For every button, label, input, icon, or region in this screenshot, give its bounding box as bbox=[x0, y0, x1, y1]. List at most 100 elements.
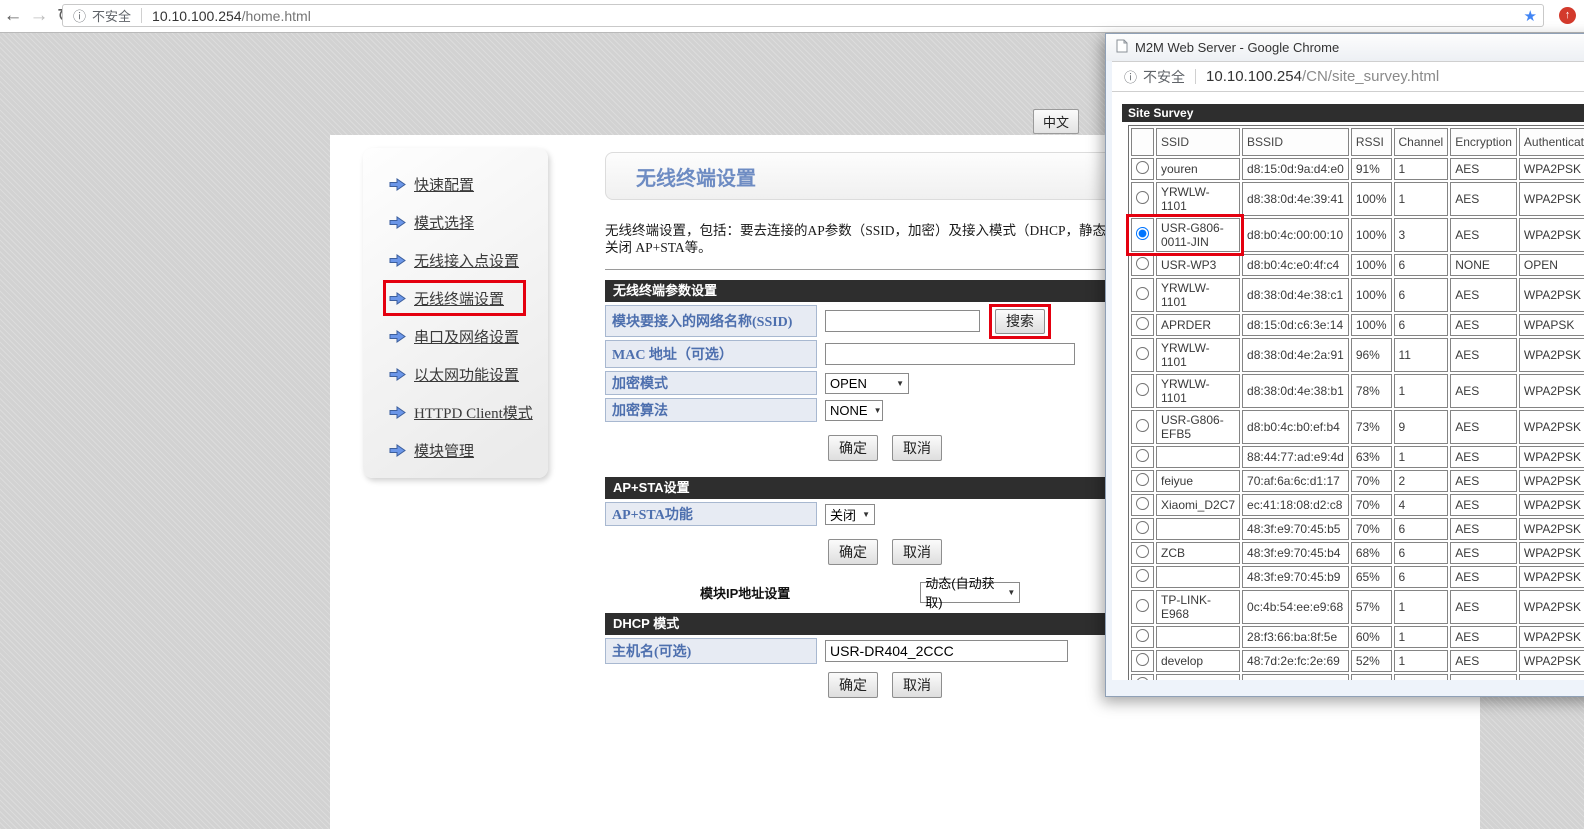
cell-authentication: WPA2PSK bbox=[1519, 566, 1584, 588]
cell-channel: 1 bbox=[1394, 182, 1449, 216]
sidebar-item-label[interactable]: 快速配置 bbox=[414, 174, 474, 195]
blue-arrow-icon bbox=[389, 330, 406, 343]
url-divider bbox=[1195, 69, 1196, 84]
cell-ssid bbox=[1156, 566, 1240, 588]
row-radio[interactable] bbox=[1136, 599, 1149, 612]
row-radio[interactable] bbox=[1136, 419, 1149, 432]
cell-bssid: 88:44:77:ad:e9:4d bbox=[1242, 446, 1349, 468]
row-radio[interactable] bbox=[1136, 521, 1149, 534]
cell-rssi: 100% bbox=[1351, 254, 1392, 276]
row-radio[interactable] bbox=[1136, 161, 1149, 174]
sidebar-item-label[interactable]: 无线终端设置 bbox=[414, 288, 504, 309]
row-radio[interactable] bbox=[1136, 629, 1149, 642]
info-icon[interactable]: ⓘ bbox=[73, 6, 86, 25]
row-radio[interactable] bbox=[1136, 473, 1149, 486]
table-row: YRWLW-1101 d8:38:0d:4e:39:41 100% 1 AES … bbox=[1131, 182, 1584, 216]
row-radio[interactable] bbox=[1136, 545, 1149, 558]
info-icon: ⓘ bbox=[1124, 67, 1137, 86]
hostname-input[interactable] bbox=[825, 640, 1068, 662]
main-content: 无线终端设置 无线终端设置，包括：要去连接的AP参数（SSID，加密）及接入模式… bbox=[605, 152, 1162, 714]
blue-arrow-icon bbox=[389, 444, 406, 457]
cell-rssi: 65% bbox=[1351, 566, 1392, 588]
encryption-algo-label: 加密算法 bbox=[605, 398, 817, 422]
sidebar-item[interactable]: 串口及网络设置 bbox=[389, 324, 519, 348]
encryption-algo-select[interactable]: NONE▼ bbox=[825, 400, 883, 421]
sidebar-item-label[interactable]: 串口及网络设置 bbox=[414, 326, 519, 347]
security-label: 不安全 bbox=[92, 6, 131, 25]
popup-url-bar[interactable]: ⓘ 不安全 10.10.100.254/CN/site_survey.html bbox=[1112, 61, 1584, 92]
apsta-ok-button[interactable]: 确定 bbox=[828, 539, 878, 565]
cell-channel: 3 bbox=[1394, 218, 1449, 252]
dhcp-cancel-button[interactable]: 取消 bbox=[892, 672, 942, 698]
cell-encryption: NONE bbox=[1450, 674, 1517, 680]
column-header-radio bbox=[1131, 128, 1154, 156]
row-radio[interactable] bbox=[1136, 497, 1149, 510]
hostname-row: 主机名(可选) bbox=[605, 638, 1162, 664]
language-button[interactable]: 中文 bbox=[1033, 109, 1079, 134]
cell-channel: 6 bbox=[1394, 518, 1449, 540]
sidebar-item[interactable]: 以太网功能设置 bbox=[389, 362, 519, 386]
ip-mode-select[interactable]: 动态(自动获取)▼ bbox=[920, 582, 1020, 603]
search-button[interactable]: 搜索 bbox=[995, 309, 1045, 334]
cell-authentication: OPEN bbox=[1519, 254, 1584, 276]
sidebar-item[interactable]: 无线终端设置 bbox=[389, 286, 520, 310]
extension-icon[interactable]: ↑ bbox=[1559, 7, 1576, 24]
browser-toolbar: ← → ↻ ⓘ 不安全 10.10.100.254/home.html ★ ↑ bbox=[0, 0, 1584, 33]
back-icon[interactable]: ← bbox=[0, 5, 26, 27]
cell-bssid: d8:b0:4c:fa:03:d4 bbox=[1242, 674, 1349, 680]
encryption-mode-select[interactable]: OPEN▼ bbox=[825, 373, 909, 394]
description-line1: 无线终端设置，包括：要去连接的AP参数（SSID，加密）及接入模式（DHCP，静… bbox=[605, 222, 1162, 239]
row-radio[interactable] bbox=[1136, 347, 1149, 360]
cell-encryption: AES bbox=[1450, 566, 1517, 588]
bookmark-star-icon[interactable]: ★ bbox=[1524, 7, 1537, 25]
row-radio[interactable] bbox=[1136, 191, 1149, 204]
sidebar-item-label[interactable]: 以太网功能设置 bbox=[414, 364, 519, 385]
blue-arrow-icon bbox=[389, 292, 406, 305]
sidebar-item[interactable]: 模式选择 bbox=[389, 210, 474, 234]
cell-bssid: 28:f3:66:ba:8f:5e bbox=[1242, 626, 1349, 648]
sidebar-item-label[interactable]: 模块管理 bbox=[414, 440, 474, 461]
sidebar-item-label[interactable]: HTTPD Client模式 bbox=[414, 402, 533, 423]
row-radio[interactable] bbox=[1136, 287, 1149, 300]
sidebar-item[interactable]: 模块管理 bbox=[389, 438, 474, 462]
sta-cancel-button[interactable]: 取消 bbox=[892, 435, 942, 461]
ssid-input[interactable] bbox=[825, 310, 980, 332]
cell-encryption: AES bbox=[1450, 590, 1517, 624]
cell-bssid: d8:b0:4c:b0:ef:b4 bbox=[1242, 410, 1349, 444]
cell-encryption: AES bbox=[1450, 446, 1517, 468]
popup-titlebar[interactable]: M2M Web Server - Google Chrome bbox=[1106, 34, 1584, 61]
site-survey-table: SSID BSSID RSSI Channel Encryption Authe… bbox=[1128, 125, 1584, 680]
sidebar-item-label[interactable]: 模式选择 bbox=[414, 212, 474, 233]
sidebar-item[interactable]: HTTPD Client模式 bbox=[389, 400, 533, 424]
cell-bssid: 48:3f:e9:70:45:b9 bbox=[1242, 566, 1349, 588]
cell-channel: 11 bbox=[1394, 338, 1449, 372]
row-radio[interactable] bbox=[1136, 449, 1149, 462]
dhcp-ok-button[interactable]: 确定 bbox=[828, 672, 878, 698]
sidebar-item[interactable]: 无线接入点设置 bbox=[389, 248, 519, 272]
table-row: 48:3f:e9:70:45:b9 65% 6 AES WPA2PSK bbox=[1131, 566, 1584, 588]
cell-encryption: AES bbox=[1450, 218, 1517, 252]
forward-icon[interactable]: → bbox=[26, 5, 52, 27]
sidebar-item-label[interactable]: 无线接入点设置 bbox=[414, 250, 519, 271]
ip-mode-row: 模块IP地址设置 动态(自动获取)▼ bbox=[605, 581, 1162, 603]
row-radio[interactable] bbox=[1136, 653, 1149, 666]
row-radio[interactable] bbox=[1136, 569, 1149, 582]
cell-channel: 1 bbox=[1394, 158, 1449, 180]
mac-input[interactable] bbox=[825, 343, 1075, 365]
chevron-down-icon: ▼ bbox=[862, 510, 870, 519]
row-radio[interactable] bbox=[1136, 257, 1149, 270]
row-radio[interactable] bbox=[1136, 317, 1149, 330]
url-bar[interactable]: ⓘ 不安全 10.10.100.254/home.html ★ bbox=[62, 4, 1544, 27]
sidebar-item[interactable]: 快速配置 bbox=[389, 172, 474, 196]
cell-bssid: d8:b0:4c:00:00:10 bbox=[1242, 218, 1349, 252]
row-radio[interactable] bbox=[1136, 677, 1149, 680]
annotation-search-button: 搜索 bbox=[989, 304, 1051, 339]
row-radio[interactable] bbox=[1136, 227, 1149, 240]
sta-ok-button[interactable]: 确定 bbox=[828, 435, 878, 461]
row-radio[interactable] bbox=[1136, 383, 1149, 396]
cell-bssid: 48:3f:e9:70:45:b5 bbox=[1242, 518, 1349, 540]
table-row: develop 48:7d:2e:fc:2e:69 52% 1 AES WPA2… bbox=[1131, 650, 1584, 672]
apsta-cancel-button[interactable]: 取消 bbox=[892, 539, 942, 565]
apsta-select[interactable]: 关闭▼ bbox=[825, 504, 875, 525]
cell-authentication: WPA2PSK bbox=[1519, 518, 1584, 540]
